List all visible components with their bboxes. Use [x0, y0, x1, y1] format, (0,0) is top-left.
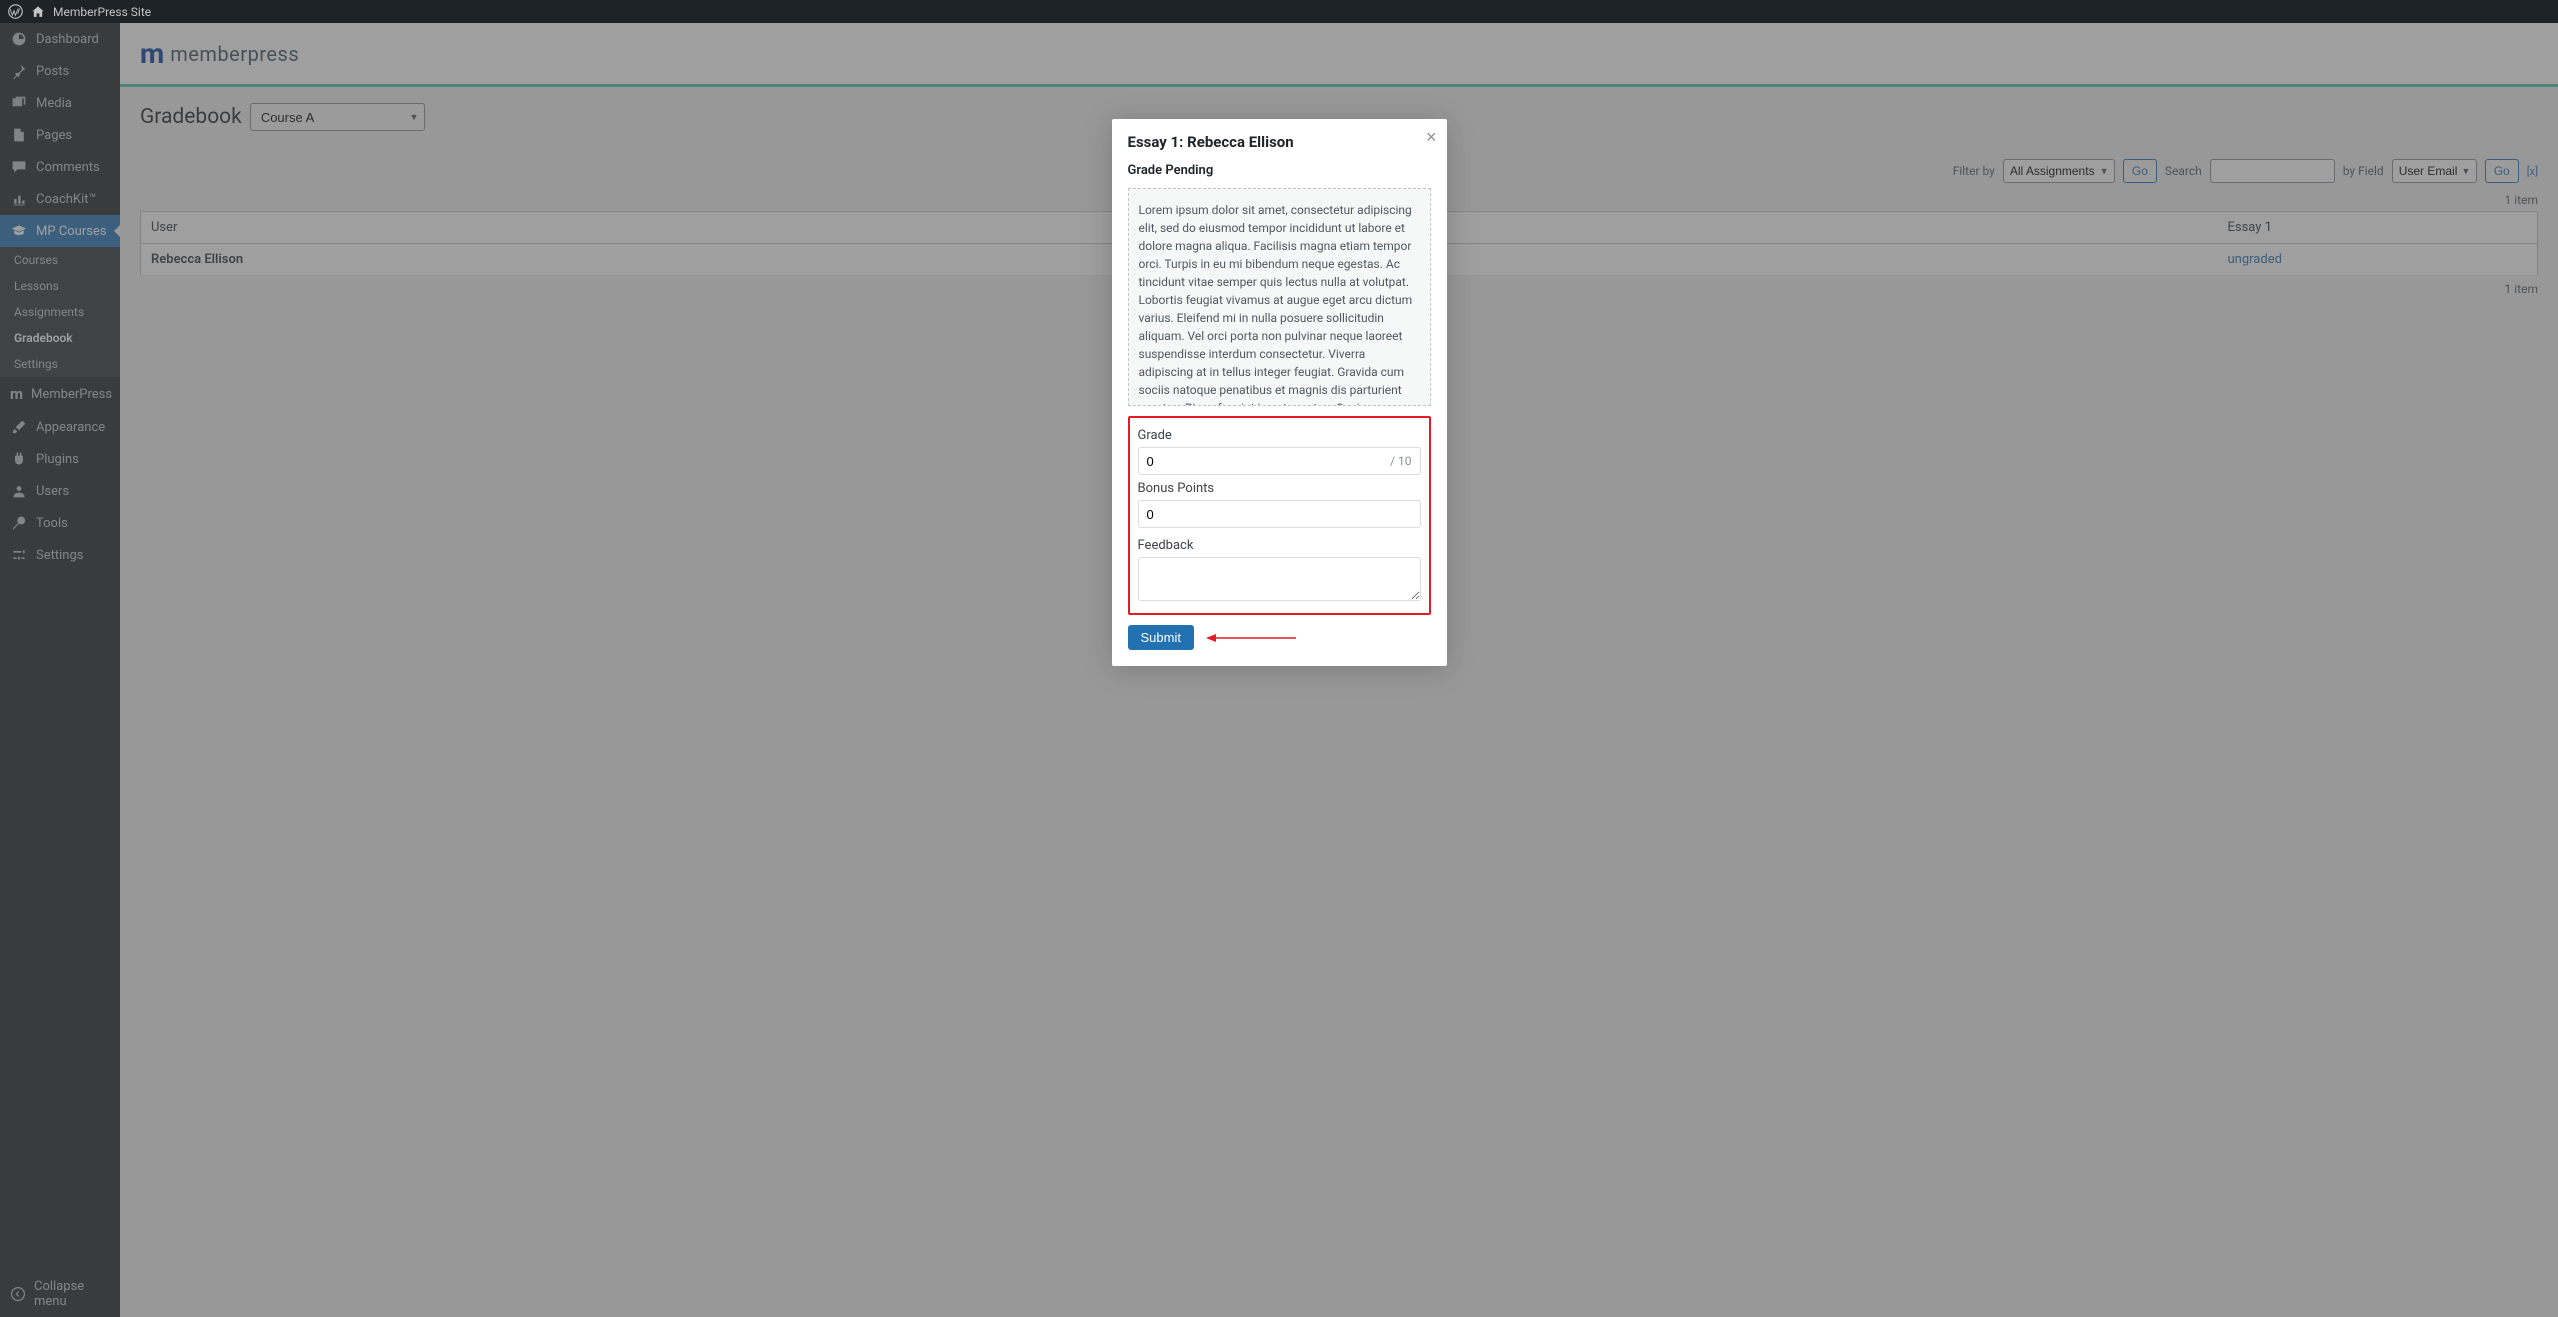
grade-status: Grade Pending — [1128, 163, 1431, 178]
grade-modal: × Essay 1: Rebecca Ellison Grade Pending… — [1112, 119, 1447, 666]
bonus-label: Bonus Points — [1138, 481, 1421, 496]
grade-input[interactable] — [1139, 450, 1385, 473]
modal-overlay[interactable]: × Essay 1: Rebecca Ellison Grade Pending… — [0, 23, 2558, 1317]
modal-title: Essay 1: Rebecca Ellison — [1128, 133, 1431, 151]
wordpress-logo-icon[interactable] — [8, 4, 23, 19]
close-icon[interactable]: × — [1426, 127, 1437, 148]
feedback-textarea[interactable] — [1138, 557, 1421, 601]
admin-toolbar: MemberPress Site — [0, 0, 2558, 23]
site-name[interactable]: MemberPress Site — [53, 5, 151, 19]
grade-outof: / 10 — [1390, 454, 1411, 468]
grade-label: Grade — [1138, 428, 1421, 443]
bonus-input[interactable] — [1138, 500, 1421, 528]
feedback-label: Feedback — [1138, 538, 1421, 553]
home-icon[interactable] — [31, 5, 45, 19]
essay-content[interactable]: Lorem ipsum dolor sit amet, consectetur … — [1128, 188, 1431, 406]
essay-paragraph: Lorem ipsum dolor sit amet, consectetur … — [1139, 201, 1420, 406]
submit-button[interactable]: Submit — [1128, 625, 1194, 650]
arrow-annotation-icon — [1206, 633, 1296, 643]
grade-form-highlight: Grade / 10 Bonus Points Feedback — [1128, 416, 1431, 615]
